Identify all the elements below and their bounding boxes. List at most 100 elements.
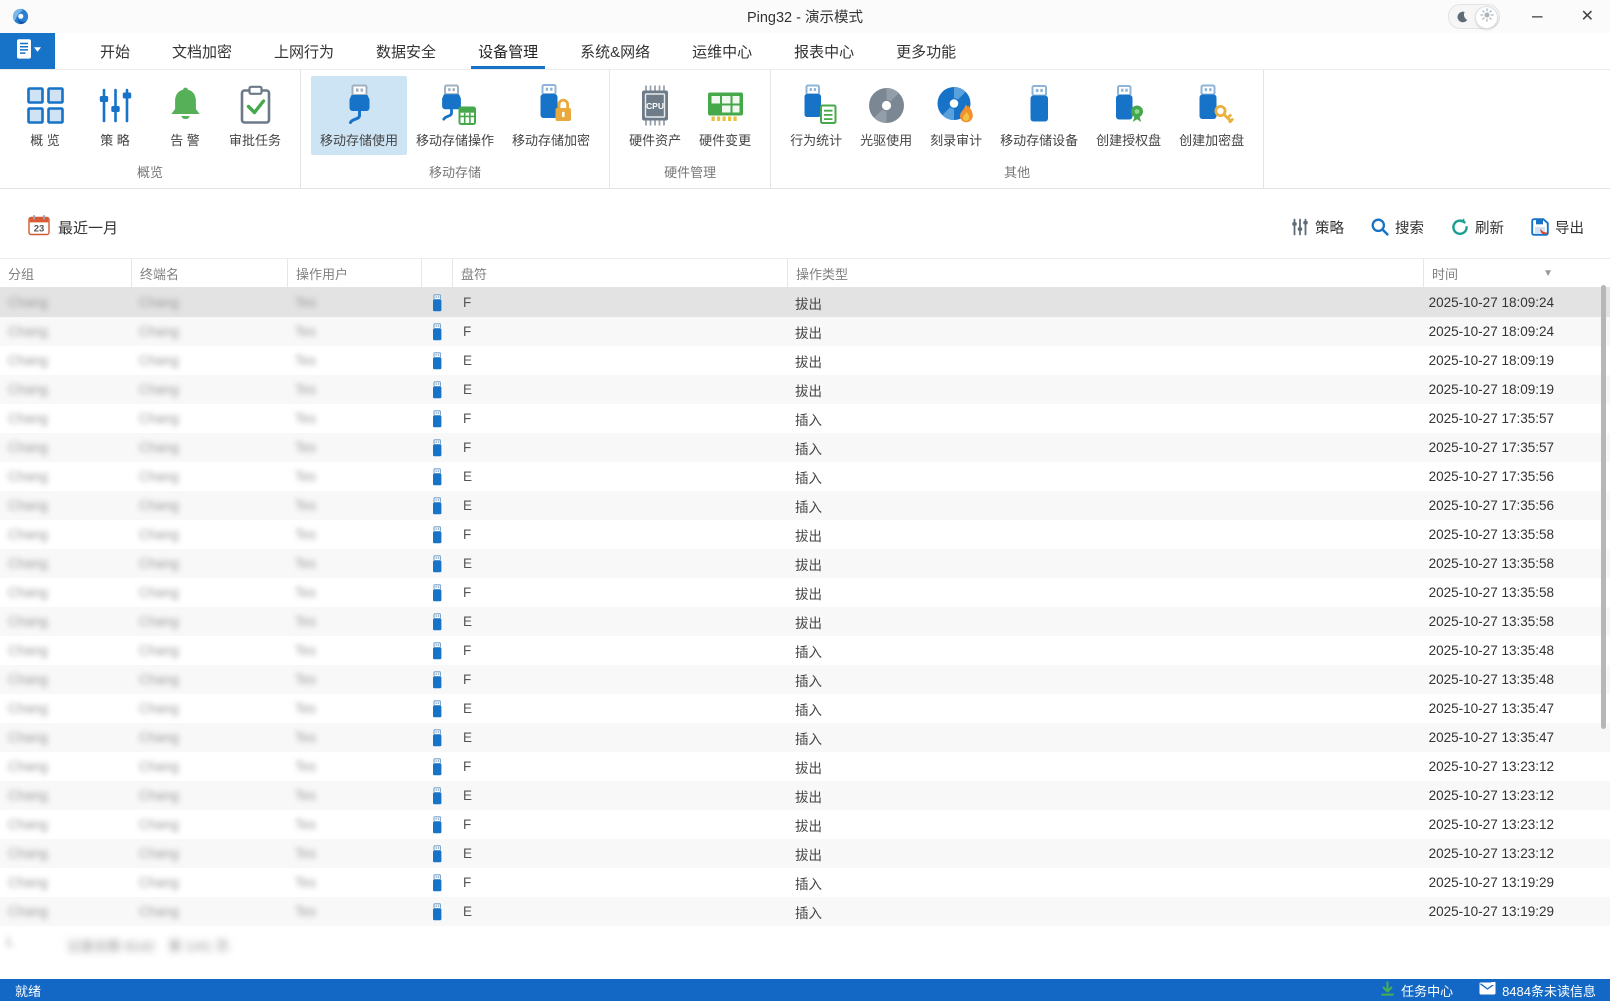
table-row[interactable]: ChangChangTesF拔出2025-10-27 13:23:12 — [0, 810, 1610, 839]
tool-refresh-button[interactable]: 刷新 — [1450, 217, 1504, 238]
cell-user: Tes — [287, 375, 421, 404]
table-row[interactable]: ChangChangTesF拔出2025-10-27 13:35:58 — [0, 520, 1610, 549]
cell-group: Chang — [0, 549, 131, 578]
table-row[interactable]: ChangChangTesF拔出2025-10-27 18:09:24 — [0, 317, 1610, 346]
tool-export-disk-button[interactable]: 导出 — [1530, 217, 1584, 238]
cell-action-type: 插入 — [787, 462, 1423, 491]
column-header-7[interactable]: 时间▼ — [1423, 259, 1563, 287]
ribbon-button[interactable]: 移动存储加密 — [503, 76, 599, 155]
ribbon-group-label: 移动存储 — [303, 162, 607, 188]
table-row[interactable]: ChangChangTesF拔出2025-10-27 13:35:58 — [0, 578, 1610, 607]
usb-drive-icon — [421, 404, 452, 433]
table-row[interactable]: ChangChangTesE插入2025-10-27 17:35:56 — [0, 491, 1610, 520]
filter-bar: 23 最近一月 策略 搜索 刷新 导出 — [0, 207, 1610, 247]
ribbon-button[interactable]: 移动存储设备 — [991, 76, 1087, 155]
cell-group: Chang — [0, 578, 131, 607]
cell-drive-letter: F — [452, 288, 787, 317]
table-row[interactable]: ChangChangTesE拔出2025-10-27 13:35:58 — [0, 549, 1610, 578]
cell-action-type: 拔出 — [787, 607, 1423, 636]
cell-group: Chang — [0, 665, 131, 694]
usb-drive-icon — [421, 288, 452, 317]
usb-drive-icon — [421, 346, 452, 375]
minimize-button[interactable]: – — [1526, 0, 1549, 33]
cell-time: 2025-10-27 13:23:12 — [1423, 781, 1563, 810]
date-range-button[interactable]: 23 最近一月 — [28, 214, 118, 241]
menu-tab-7[interactable]: 运维中心 — [671, 33, 773, 69]
tool-sliders-button[interactable]: 策略 — [1290, 217, 1344, 238]
cell-user: Tes — [287, 491, 421, 520]
ribbon-button[interactable]: 审批任务 — [220, 76, 290, 155]
task-center-button[interactable]: 任务中心 — [1380, 981, 1453, 1000]
table-row[interactable]: ChangChangTesF插入2025-10-27 17:35:57 — [0, 433, 1610, 462]
column-header-1[interactable]: 分组 — [0, 259, 131, 287]
cell-time: 2025-10-27 13:35:48 — [1423, 665, 1563, 694]
ribbon-button[interactable]: 创建加密盘 — [1170, 76, 1253, 155]
ribbon-button[interactable]: CPU硬件资产 — [620, 76, 690, 155]
ribbon-group-4: 行为统计光驱使用刻录审计移动存储设备创建授权盘创建加密盘其他 — [771, 70, 1264, 188]
table-row[interactable]: ChangChangTesF拔出2025-10-27 13:23:12 — [0, 752, 1610, 781]
menu-tab-5[interactable]: 设备管理 — [457, 33, 559, 69]
tool-search-button[interactable]: 搜索 — [1370, 217, 1424, 238]
table-row[interactable]: ChangChangTesE拔出2025-10-27 18:09:19 — [0, 346, 1610, 375]
ribbon-button[interactable]: 行为统计 — [781, 76, 851, 155]
column-header-2[interactable]: 终端名 — [131, 259, 287, 287]
vertical-scrollbar-thumb[interactable] — [1601, 285, 1606, 729]
table-row[interactable]: ChangChangTesF插入2025-10-27 13:35:48 — [0, 665, 1610, 694]
ribbon-button[interactable]: 光驱使用 — [851, 76, 921, 155]
cell-drive-letter: F — [452, 752, 787, 781]
cell-group: Chang — [0, 375, 131, 404]
cell-user: Tes — [287, 607, 421, 636]
table-row[interactable]: ChangChangTesE插入2025-10-27 13:35:47 — [0, 723, 1610, 752]
table-row[interactable]: ChangChangTesE插入2025-10-27 13:19:29 — [0, 897, 1610, 926]
menu-tab-1[interactable]: 开始 — [79, 33, 151, 69]
cell-drive-letter: F — [452, 810, 787, 839]
table-row[interactable]: ChangChangTesF插入2025-10-27 13:35:48 — [0, 636, 1610, 665]
cell-action-type: 插入 — [787, 723, 1423, 752]
cell-group: Chang — [0, 346, 131, 375]
column-header-4[interactable] — [421, 259, 452, 287]
menu-tab-8[interactable]: 报表中心 — [773, 33, 875, 69]
ribbon-button-label: 策 略 — [100, 130, 130, 149]
cell-terminal: Chang — [131, 491, 287, 520]
ribbon-button[interactable]: 移动存储操作 — [407, 76, 503, 155]
ribbon-button[interactable]: 概 览 — [10, 76, 80, 155]
column-header-6[interactable]: 操作类型 — [787, 259, 1423, 287]
table-row[interactable]: ChangChangTesF插入2025-10-27 13:19:29 — [0, 868, 1610, 897]
cell-terminal: Chang — [131, 607, 287, 636]
table-row[interactable]: ChangChangTesF插入2025-10-27 17:35:57 — [0, 404, 1610, 433]
app-menu-button[interactable] — [0, 33, 55, 69]
menu-tab-9[interactable]: 更多功能 — [875, 33, 977, 69]
sort-caret-icon[interactable]: ▼ — [1543, 268, 1553, 279]
table-row[interactable]: ChangChangTesE拔出2025-10-27 18:09:19 — [0, 375, 1610, 404]
column-header-5[interactable]: 盘符 — [452, 259, 787, 287]
theme-toggle[interactable] — [1448, 4, 1500, 29]
table-row[interactable]: ChangChangTesE插入2025-10-27 17:35:56 — [0, 462, 1610, 491]
cell-time: 2025-10-27 13:35:47 — [1423, 723, 1563, 752]
usb-lock-icon — [529, 83, 574, 127]
menu-tab-4[interactable]: 数据安全 — [355, 33, 457, 69]
ribbon-button[interactable]: 移动存储使用 — [311, 76, 407, 155]
table-row[interactable]: ChangChangTesE拔出2025-10-27 13:35:58 — [0, 607, 1610, 636]
table-row[interactable]: ChangChangTesF拔出2025-10-27 18:09:24 — [0, 288, 1610, 317]
approval-clipboard-icon — [235, 83, 276, 127]
menu-tab-6[interactable]: 系统&网络 — [559, 33, 671, 69]
ribbon-button-label: 创建加密盘 — [1179, 130, 1244, 149]
cell-time: 2025-10-27 18:09:19 — [1423, 346, 1563, 375]
column-header-3[interactable]: 操作用户 — [287, 259, 421, 287]
table-row[interactable]: ChangChangTesE拔出2025-10-27 13:23:12 — [0, 781, 1610, 810]
ribbon-group-3: CPU硬件资产硬件变更硬件管理 — [610, 70, 771, 188]
cell-terminal: Chang — [131, 520, 287, 549]
cell-user: Tes — [287, 346, 421, 375]
mail-icon — [1479, 982, 1496, 998]
table-row[interactable]: ChangChangTesE拔出2025-10-27 13:23:12 — [0, 839, 1610, 868]
unread-messages-button[interactable]: 8484条未读信息 — [1479, 981, 1596, 1000]
menu-tab-3[interactable]: 上网行为 — [253, 33, 355, 69]
table-row[interactable]: ChangChangTesE插入2025-10-27 13:35:47 — [0, 694, 1610, 723]
ribbon-button[interactable]: 告 警 — [150, 76, 220, 155]
close-button[interactable]: ✕ — [1575, 0, 1600, 33]
ribbon-button[interactable]: 策 略 — [80, 76, 150, 155]
ribbon-button[interactable]: 刻录审计 — [921, 76, 991, 155]
ribbon-button[interactable]: 硬件变更 — [690, 76, 760, 155]
ribbon-button[interactable]: 创建授权盘 — [1087, 76, 1170, 155]
menu-tab-2[interactable]: 文档加密 — [151, 33, 253, 69]
